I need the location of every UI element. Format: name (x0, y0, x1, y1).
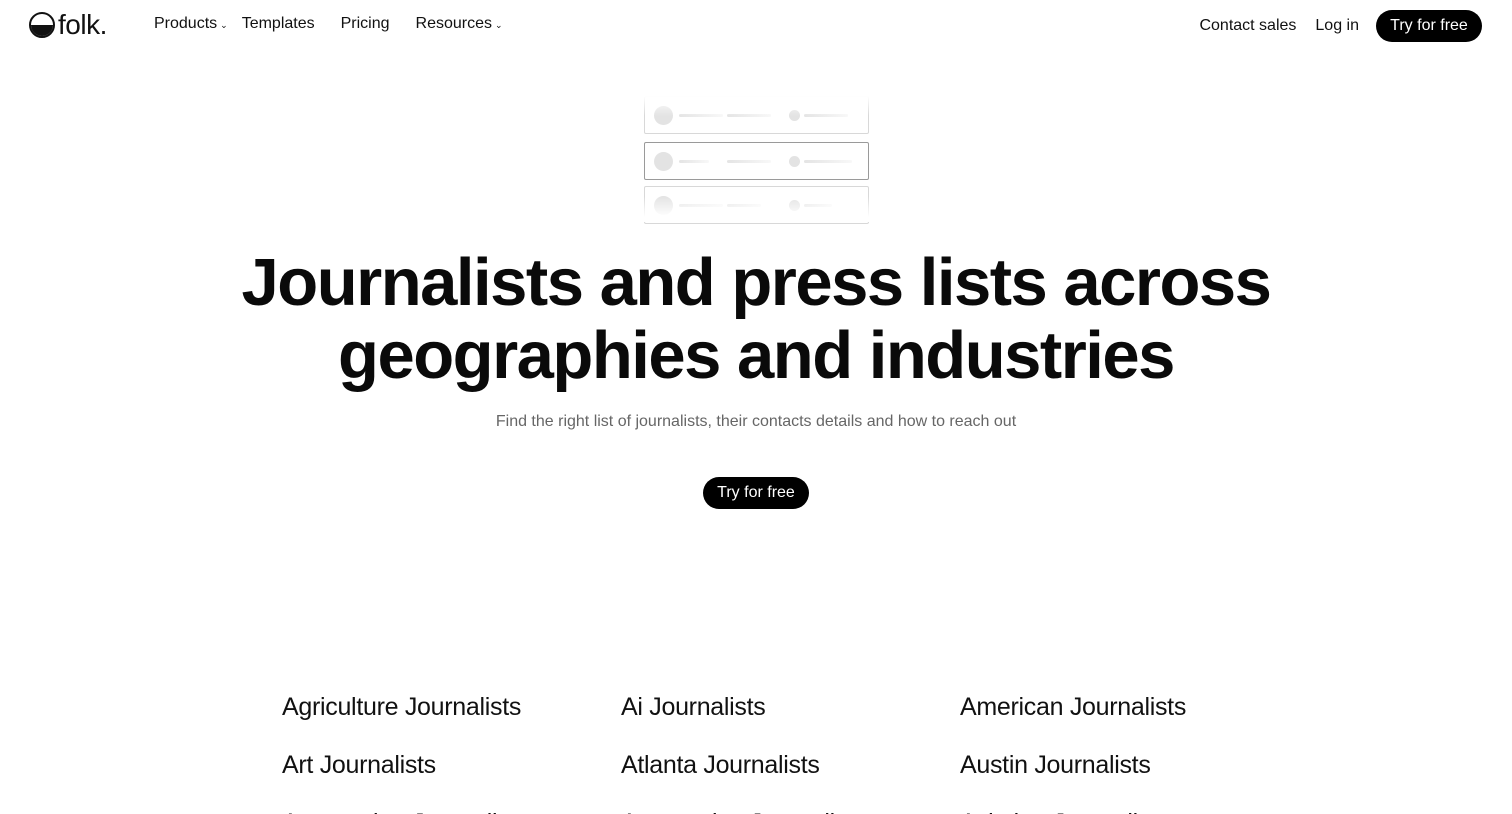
avatar-placeholder (654, 152, 673, 171)
journalist-list-link[interactable]: American Journalists (960, 678, 1282, 736)
nav-resources-label: Resources (415, 15, 492, 32)
main-nav: Products ⌄ Templates Pricing Resources ⌄ (154, 15, 503, 33)
journalist-list-link[interactable]: Art Journalists (282, 736, 621, 794)
fade-overlay (642, 94, 871, 116)
login-link[interactable]: Log in (1315, 17, 1359, 35)
nav-templates-label: Templates (241, 15, 315, 32)
chevron-down-icon: ⌄ (495, 19, 503, 30)
folk-logo-icon (29, 12, 55, 38)
illustration-card-highlighted (644, 142, 869, 180)
try-for-free-button[interactable]: Try for free (1376, 10, 1482, 42)
nav-products[interactable]: Products ⌄ (154, 15, 228, 33)
nav-products-label: Products (154, 15, 218, 32)
page: folk. Products ⌄ Templates Pricing Resou… (0, 0, 1512, 814)
journalist-list-link[interactable]: Atlanta Journalists (621, 736, 960, 794)
hero-subtitle: Find the right list of journalists, thei… (495, 413, 1017, 430)
hero-title-line-2: geographies and industries (338, 318, 1175, 393)
journalist-list-link[interactable]: Agriculture Journalists (282, 678, 621, 736)
line-placeholder (727, 160, 771, 163)
folk-logo[interactable]: folk. (29, 10, 107, 40)
journalist-list-link[interactable]: Austin Journalists (960, 736, 1282, 794)
line-placeholder (679, 160, 709, 163)
nav-actions: Contact sales Log in Try for free (1199, 10, 1482, 42)
journalist-list-link[interactable]: Automotive Journalists (621, 794, 960, 814)
journalist-list-link[interactable]: Ai Journalists (621, 678, 960, 736)
journalist-list-grid: Agriculture Journalists Ai Journalists A… (282, 678, 1282, 814)
line-placeholder (804, 160, 852, 163)
nav-templates[interactable]: Templates (242, 15, 315, 33)
logo-text: folk. (58, 9, 107, 40)
hero-try-for-free-button[interactable]: Try for free (703, 477, 809, 509)
contact-list-illustration (642, 94, 871, 224)
fade-overlay (642, 196, 871, 222)
journalist-list-link[interactable]: Automation Journalists (282, 794, 621, 814)
nav-pricing-label: Pricing (340, 15, 390, 32)
contact-sales-link[interactable]: Contact sales (1199, 17, 1296, 35)
journalist-list-link[interactable]: Aviation Journalists (960, 794, 1282, 814)
hero-title: Journalists and press lists across geogr… (0, 246, 1512, 392)
top-nav: folk. Products ⌄ Templates Pricing Resou… (0, 0, 1512, 52)
dot-placeholder (789, 156, 800, 167)
nav-pricing[interactable]: Pricing (341, 15, 390, 33)
chevron-down-icon: ⌄ (220, 19, 228, 30)
hero-title-line-1: Journalists and press lists across (241, 245, 1272, 320)
nav-resources[interactable]: Resources ⌄ (416, 15, 503, 33)
